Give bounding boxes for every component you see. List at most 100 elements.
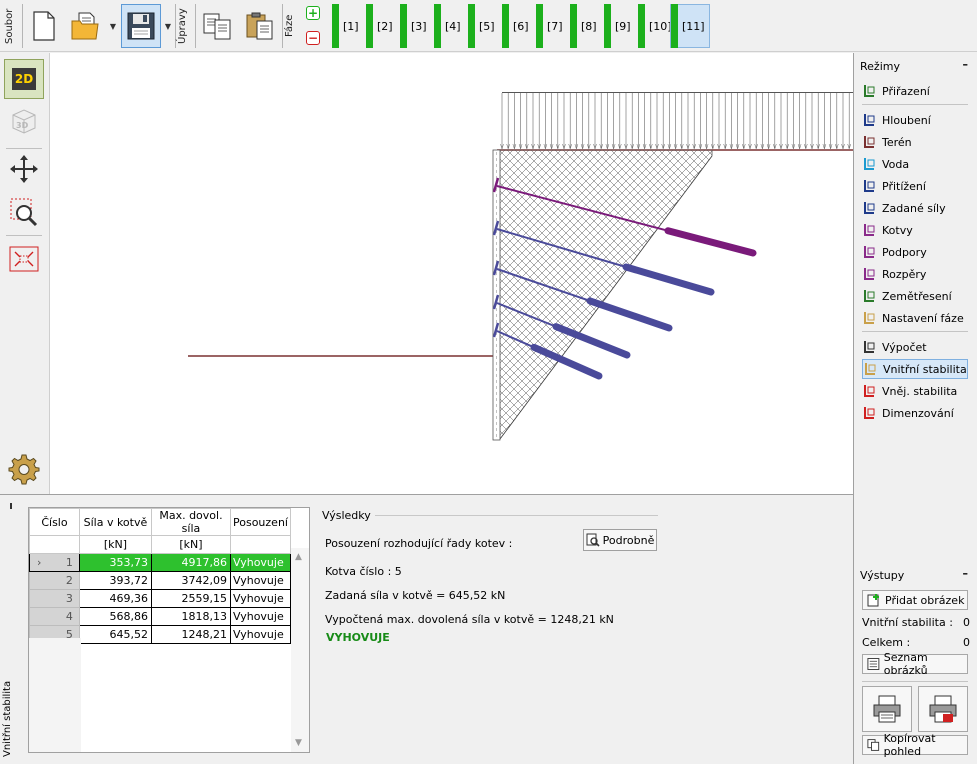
pin-icon[interactable] [10, 503, 12, 509]
drawing-canvas[interactable] [50, 53, 853, 494]
edit-tab[interactable]: Úpravy [177, 2, 193, 50]
applied-force-line: Zadaná síla v kotvě = 645,52 kN [325, 589, 506, 602]
mode-water[interactable]: Voda [862, 154, 968, 174]
mode-anchors[interactable]: Kotvy [862, 220, 968, 240]
add-picture-icon [867, 594, 879, 607]
printer-icon [873, 695, 901, 723]
detail-button[interactable]: Podrobně [583, 529, 657, 551]
phase-tab-3[interactable]: [3] [400, 4, 434, 48]
picture-list-button[interactable]: Seznam obrázků [862, 651, 968, 677]
verification-cell[interactable]: Vyhovuje [229, 571, 292, 590]
open-dropdown-arrow[interactable]: ▼ [108, 4, 118, 48]
anchor-force-cell[interactable]: 393,72 [78, 571, 152, 590]
phase-tab[interactable]: Fáze [284, 2, 300, 50]
phase-tab-11[interactable]: [11] [670, 4, 710, 48]
outputs-minimize-button[interactable]: – [963, 567, 969, 580]
phase-tab-1[interactable]: [1] [332, 4, 366, 48]
row-number[interactable]: 4 [29, 607, 80, 626]
view-2d-button[interactable]: 2D [4, 59, 44, 99]
save-dropdown-arrow[interactable]: ▼ [163, 4, 173, 48]
zoom-extents-button[interactable] [4, 239, 44, 279]
paste-button[interactable] [240, 4, 280, 48]
column-header[interactable] [229, 535, 292, 554]
phase-tab-7[interactable]: [7] [536, 4, 570, 48]
row-number[interactable]: 3 [29, 589, 80, 608]
max-allowed-force-cell[interactable]: 2559,15 [150, 589, 231, 608]
zoom-window-button[interactable] [4, 192, 44, 232]
view-3d-button[interactable]: 3D [4, 101, 44, 141]
phase-tab-4[interactable]: [4] [434, 4, 468, 48]
column-header[interactable]: Síla v kotvě [78, 508, 152, 536]
scroll-up-icon[interactable]: ▲ [295, 552, 302, 562]
remove-phase-button[interactable]: − [306, 31, 320, 45]
column-header[interactable]: [kN] [78, 535, 152, 554]
phase-tab-5[interactable]: [5] [468, 4, 502, 48]
column-header[interactable]: Max. dovol. síla [150, 508, 231, 536]
mode-supports[interactable]: Podpory [862, 242, 968, 262]
column-header[interactable] [29, 535, 80, 554]
scroll-down-icon[interactable]: ▼ [295, 738, 302, 748]
copy-view-button[interactable]: Kopírovat pohled [862, 732, 968, 758]
new-file-button[interactable] [24, 4, 64, 48]
print-button[interactable] [862, 686, 912, 732]
table-body: › 1 353,73 4917,86 Vyhovuje 2 393,72 3742,09 Vyh… [29, 553, 292, 644]
settings-button[interactable] [4, 449, 44, 489]
mode-label: Voda [882, 157, 910, 171]
phase-tab-6[interactable]: [6] [502, 4, 536, 48]
mode-external-stability[interactable]: Vněj. stabilita [862, 381, 968, 401]
max-allowed-force-cell[interactable]: 3742,09 [150, 571, 231, 590]
verification-cell[interactable]: Vyhovuje [229, 589, 292, 608]
phase-tab-9[interactable]: [9] [604, 4, 638, 48]
column-header[interactable]: Číslo [29, 508, 80, 536]
max-allowed-force-cell[interactable]: 4917,86 [150, 553, 231, 572]
table-row[interactable]: 3 469,36 2559,15 Vyhovuje [29, 589, 292, 608]
pan-button[interactable] [4, 149, 44, 189]
internal-stability-side-tab[interactable]: Vnitřní stabilita [2, 503, 20, 759]
max-allowed-force-cell[interactable]: 1248,21 [150, 625, 231, 644]
phase-label: [10] [649, 19, 672, 33]
modes-minimize-button[interactable]: – [963, 58, 969, 71]
mode-internal-stability[interactable]: Vnitřní stabilita [862, 359, 968, 379]
anchor-force-cell[interactable]: 568,86 [78, 607, 152, 626]
phase-tab-10[interactable]: [10] [638, 4, 672, 48]
row-number[interactable]: › 1 [29, 553, 80, 572]
table-row[interactable]: › 1 353,73 4917,86 Vyhovuje [29, 553, 292, 572]
verification-cell[interactable]: Vyhovuje [229, 607, 292, 626]
max-allowed-force-cell[interactable]: 1818,13 [150, 607, 231, 626]
mode-analysis[interactable]: Výpočet [862, 337, 968, 357]
add-phase-button[interactable]: + [306, 6, 320, 20]
header-row: [kN] [kN] [29, 535, 292, 554]
table-scrollbar[interactable]: ▲ ▼ [291, 548, 309, 752]
print-to-pdf-button[interactable] [918, 686, 968, 732]
mode-terrain[interactable]: Terén [862, 132, 968, 152]
mode-stage-settings[interactable]: Nastavení fáze [862, 308, 968, 328]
verification-cell[interactable]: Vyhovuje [229, 625, 292, 644]
column-header[interactable]: Posouzení [229, 508, 292, 536]
mode-props[interactable]: Rozpěry [862, 264, 968, 284]
phase-tab-8[interactable]: [8] [570, 4, 604, 48]
table-row[interactable]: 4 568,86 1818,13 Vyhovuje [29, 607, 292, 626]
mode-dimensioning[interactable]: Dimenzování [862, 403, 968, 423]
detail-button-label: Podrobně [602, 533, 655, 547]
anchor-force-cell[interactable]: 353,73 [78, 553, 152, 572]
toolbar-separator [195, 4, 196, 48]
verification-cell[interactable]: Vyhovuje [229, 553, 292, 572]
add-picture-button[interactable]: Přidat obrázek [862, 590, 968, 610]
phase-tab-2[interactable]: [2] [366, 4, 400, 48]
row-number[interactable]: 2 [29, 571, 80, 590]
mode-earthquake[interactable]: Zemětřesení [862, 286, 968, 306]
anchor-force-cell[interactable]: 469,36 [78, 589, 152, 608]
mode-applied-forces[interactable]: Zadané síly [862, 198, 968, 218]
phase-color-bar [638, 4, 645, 48]
mode-surcharge[interactable]: Přitížení [862, 176, 968, 196]
file-tab[interactable]: Soubor [4, 2, 20, 50]
mode-label: Přitížení [882, 179, 926, 193]
anchor-force-cell[interactable]: 645,52 [78, 625, 152, 644]
mode-excavation[interactable]: Hloubení [862, 110, 968, 130]
save-button[interactable] [121, 4, 161, 48]
mode-assignment[interactable]: Přiřazení [862, 81, 968, 101]
column-header[interactable]: [kN] [150, 535, 231, 554]
table-row[interactable]: 2 393,72 3742,09 Vyhovuje [29, 571, 292, 590]
open-file-button[interactable] [66, 4, 106, 48]
copy-button[interactable] [198, 4, 238, 48]
